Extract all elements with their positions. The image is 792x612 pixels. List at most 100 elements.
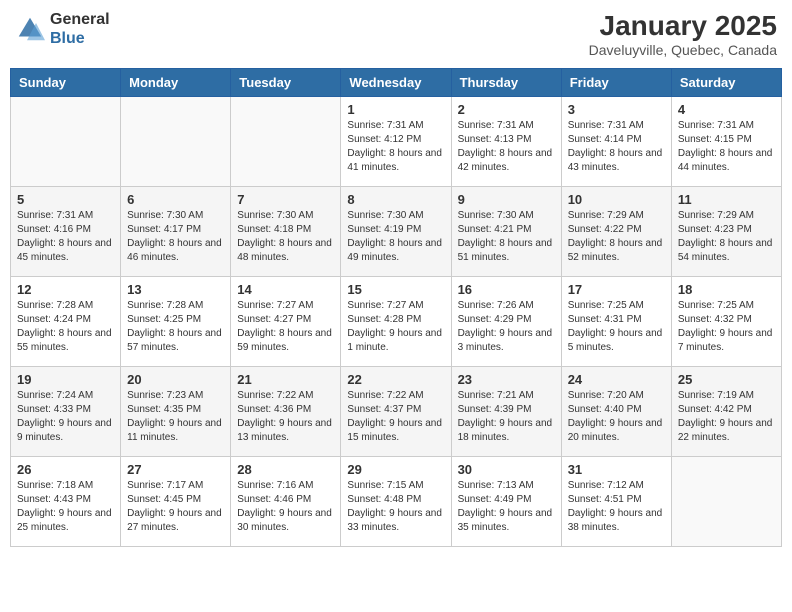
day-info: Sunrise: 7:31 AM Sunset: 4:12 PM Dayligh… <box>347 119 444 175</box>
day-number: 29 <box>347 462 444 477</box>
day-number: 23 <box>458 372 555 387</box>
day-number: 2 <box>458 102 555 117</box>
calendar-cell: 9 Sunrise: 7:30 AM Sunset: 4:21 PM Daylig… <box>451 187 561 277</box>
calendar-cell: 27 Sunrise: 7:17 AM Sunset: 4:45 PM Dayli… <box>121 457 231 547</box>
calendar-cell: 22Sunrise: 7:22 AM Sunset: 4:37 PM Dayli… <box>341 367 451 457</box>
day-number: 30 <box>458 462 555 477</box>
calendar-cell: 3 Sunrise: 7:31 AM Sunset: 4:14 PM Daylig… <box>561 97 671 187</box>
day-number: 24 <box>568 372 665 387</box>
calendar-cell: 13Sunrise: 7:28 AM Sunset: 4:25 PM Dayli… <box>121 277 231 367</box>
day-info: Sunrise: 7:19 AM Sunset: 4:42 PM Dayligh… <box>678 389 775 445</box>
calendar-cell: 7 Sunrise: 7:30 AM Sunset: 4:18 PM Daylig… <box>231 187 341 277</box>
day-info: Sunrise: 7:17 AM Sunset: 4:45 PM Dayligh… <box>127 479 224 535</box>
calendar-week-row: 19Sunrise: 7:24 AM Sunset: 4:33 PM Dayli… <box>11 367 782 457</box>
day-info: Sunrise: 7:31 AM Sunset: 4:14 PM Dayligh… <box>568 119 665 175</box>
day-info: Sunrise: 7:22 AM Sunset: 4:36 PM Dayligh… <box>237 389 334 445</box>
day-number: 8 <box>347 192 444 207</box>
day-number: 11 <box>678 192 775 207</box>
calendar-week-row: 12Sunrise: 7:28 AM Sunset: 4:24 PM Dayli… <box>11 277 782 367</box>
calendar-cell: 18 Sunrise: 7:25 AM Sunset: 4:32 PM Dayli… <box>671 277 781 367</box>
day-number: 27 <box>127 462 224 477</box>
day-info: Sunrise: 7:31 AM Sunset: 4:16 PM Dayligh… <box>17 209 114 265</box>
calendar-cell: 1 Sunrise: 7:31 AM Sunset: 4:12 PM Daylig… <box>341 97 451 187</box>
weekday-header-sunday: Sunday <box>11 69 121 97</box>
calendar-cell: 23 Sunrise: 7:21 AM Sunset: 4:39 PM Dayli… <box>451 367 561 457</box>
calendar-cell: 21 Sunrise: 7:22 AM Sunset: 4:36 PM Dayli… <box>231 367 341 457</box>
day-number: 12 <box>17 282 114 297</box>
day-info: Sunrise: 7:30 AM Sunset: 4:18 PM Dayligh… <box>237 209 334 265</box>
calendar-cell <box>121 97 231 187</box>
title-section: January 2025 Daveluyville, Quebec, Canad… <box>589 10 777 58</box>
day-info: Sunrise: 7:18 AM Sunset: 4:43 PM Dayligh… <box>17 479 114 535</box>
day-number: 3 <box>568 102 665 117</box>
calendar-table: SundayMondayTuesdayWednesdayThursdayFrid… <box>10 68 782 547</box>
day-number: 28 <box>237 462 334 477</box>
calendar-cell <box>231 97 341 187</box>
calendar-cell: 8 Sunrise: 7:30 AM Sunset: 4:19 PM Daylig… <box>341 187 451 277</box>
day-info: Sunrise: 7:20 AM Sunset: 4:40 PM Dayligh… <box>568 389 665 445</box>
logo-icon <box>15 14 45 44</box>
day-info: Sunrise: 7:12 AM Sunset: 4:51 PM Dayligh… <box>568 479 665 535</box>
day-number: 26 <box>17 462 114 477</box>
calendar-cell: 17Sunrise: 7:25 AM Sunset: 4:31 PM Dayli… <box>561 277 671 367</box>
calendar-week-row: 1 Sunrise: 7:31 AM Sunset: 4:12 PM Daylig… <box>11 97 782 187</box>
calendar-cell: 29 Sunrise: 7:15 AM Sunset: 4:48 PM Dayli… <box>341 457 451 547</box>
month-title: January 2025 <box>589 10 777 42</box>
day-number: 1 <box>347 102 444 117</box>
day-info: Sunrise: 7:13 AM Sunset: 4:49 PM Dayligh… <box>458 479 555 535</box>
weekday-header-monday: Monday <box>121 69 231 97</box>
day-number: 4 <box>678 102 775 117</box>
day-number: 6 <box>127 192 224 207</box>
day-info: Sunrise: 7:29 AM Sunset: 4:22 PM Dayligh… <box>568 209 665 265</box>
day-info: Sunrise: 7:22 AM Sunset: 4:37 PM Dayligh… <box>347 389 444 445</box>
day-number: 21 <box>237 372 334 387</box>
calendar-cell: 19Sunrise: 7:24 AM Sunset: 4:33 PM Dayli… <box>11 367 121 457</box>
weekday-header-row: SundayMondayTuesdayWednesdayThursdayFrid… <box>11 69 782 97</box>
logo-general-text: General <box>50 10 110 29</box>
day-number: 16 <box>458 282 555 297</box>
day-number: 18 <box>678 282 775 297</box>
day-info: Sunrise: 7:15 AM Sunset: 4:48 PM Dayligh… <box>347 479 444 535</box>
day-number: 14 <box>237 282 334 297</box>
weekday-header-thursday: Thursday <box>451 69 561 97</box>
calendar-cell <box>11 97 121 187</box>
day-info: Sunrise: 7:25 AM Sunset: 4:32 PM Dayligh… <box>678 299 775 355</box>
day-number: 17 <box>568 282 665 297</box>
calendar-cell: 20Sunrise: 7:23 AM Sunset: 4:35 PM Dayli… <box>121 367 231 457</box>
day-info: Sunrise: 7:21 AM Sunset: 4:39 PM Dayligh… <box>458 389 555 445</box>
day-info: Sunrise: 7:27 AM Sunset: 4:28 PM Dayligh… <box>347 299 444 355</box>
weekday-header-wednesday: Wednesday <box>341 69 451 97</box>
day-info: Sunrise: 7:24 AM Sunset: 4:33 PM Dayligh… <box>17 389 114 445</box>
calendar-week-row: 5 Sunrise: 7:31 AM Sunset: 4:16 PM Daylig… <box>11 187 782 277</box>
logo: General Blue <box>15 10 110 48</box>
calendar-week-row: 26 Sunrise: 7:18 AM Sunset: 4:43 PM Dayli… <box>11 457 782 547</box>
day-info: Sunrise: 7:29 AM Sunset: 4:23 PM Dayligh… <box>678 209 775 265</box>
day-info: Sunrise: 7:26 AM Sunset: 4:29 PM Dayligh… <box>458 299 555 355</box>
day-info: Sunrise: 7:16 AM Sunset: 4:46 PM Dayligh… <box>237 479 334 535</box>
logo-blue-text: Blue <box>50 29 110 48</box>
day-number: 5 <box>17 192 114 207</box>
day-info: Sunrise: 7:31 AM Sunset: 4:13 PM Dayligh… <box>458 119 555 175</box>
calendar-cell: 4Sunrise: 7:31 AM Sunset: 4:15 PM Daylig… <box>671 97 781 187</box>
day-number: 20 <box>127 372 224 387</box>
day-info: Sunrise: 7:28 AM Sunset: 4:25 PM Dayligh… <box>127 299 224 355</box>
calendar-cell: 30 Sunrise: 7:13 AM Sunset: 4:49 PM Dayli… <box>451 457 561 547</box>
calendar-cell: 5 Sunrise: 7:31 AM Sunset: 4:16 PM Daylig… <box>11 187 121 277</box>
calendar-cell: 14Sunrise: 7:27 AM Sunset: 4:27 PM Dayli… <box>231 277 341 367</box>
calendar-cell: 28 Sunrise: 7:16 AM Sunset: 4:46 PM Dayli… <box>231 457 341 547</box>
calendar-cell: 24 Sunrise: 7:20 AM Sunset: 4:40 PM Dayli… <box>561 367 671 457</box>
day-number: 9 <box>458 192 555 207</box>
calendar-cell: 31Sunrise: 7:12 AM Sunset: 4:51 PM Dayli… <box>561 457 671 547</box>
day-info: Sunrise: 7:30 AM Sunset: 4:19 PM Dayligh… <box>347 209 444 265</box>
day-info: Sunrise: 7:30 AM Sunset: 4:21 PM Dayligh… <box>458 209 555 265</box>
day-number: 7 <box>237 192 334 207</box>
day-number: 15 <box>347 282 444 297</box>
page-header: General Blue January 2025 Daveluyville, … <box>10 10 782 58</box>
calendar-cell: 2 Sunrise: 7:31 AM Sunset: 4:13 PM Daylig… <box>451 97 561 187</box>
calendar-cell: 10 Sunrise: 7:29 AM Sunset: 4:22 PM Dayli… <box>561 187 671 277</box>
calendar-cell: 25 Sunrise: 7:19 AM Sunset: 4:42 PM Dayli… <box>671 367 781 457</box>
day-number: 25 <box>678 372 775 387</box>
day-number: 10 <box>568 192 665 207</box>
weekday-header-friday: Friday <box>561 69 671 97</box>
weekday-header-tuesday: Tuesday <box>231 69 341 97</box>
